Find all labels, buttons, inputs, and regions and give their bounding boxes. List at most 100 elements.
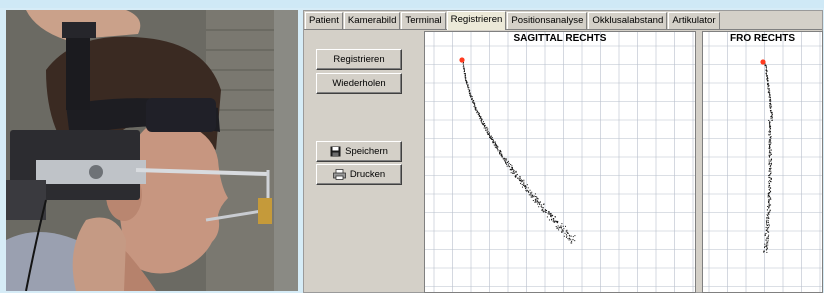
sagittal-trace-point	[568, 239, 570, 241]
frontal-trace-point	[765, 239, 767, 241]
frontal-trace-point	[768, 147, 770, 149]
sagittal-trace-point	[570, 239, 572, 241]
frontal-trace-point	[769, 131, 771, 133]
frontal-trace-point	[767, 205, 769, 207]
sagittal-trace-point	[530, 193, 532, 195]
sagittal-trace-point	[505, 158, 507, 160]
sagittal-trace-point	[532, 196, 534, 198]
sagittal-trace-point	[550, 214, 552, 216]
tab-artikulator[interactable]: Artikulator	[668, 12, 720, 29]
sagittal-trace-point	[550, 215, 552, 217]
sagittal-trace-point	[515, 171, 517, 173]
sagittal-trace-point	[470, 96, 472, 98]
frontal-trace-point	[769, 97, 771, 99]
frontal-trace-point	[768, 96, 770, 98]
sagittal-trace-point	[500, 151, 502, 153]
sagittal-trace-point	[505, 162, 507, 164]
frontal-trace-point	[768, 152, 770, 154]
sagittal-trace-point	[540, 205, 542, 207]
frontal-trace-point	[765, 232, 767, 234]
frontal-trace-point	[769, 156, 771, 158]
frontal-trace-point	[767, 196, 769, 198]
tab-registrieren[interactable]: Registrieren	[446, 11, 507, 30]
frontal-trace-point	[768, 140, 770, 142]
frontal-trace-point	[768, 88, 770, 90]
tab-terminal[interactable]: Terminal	[401, 12, 446, 29]
sagittal-trace-point	[526, 184, 528, 186]
sagittal-trace-point	[483, 127, 485, 129]
floppy-disk-icon	[330, 146, 341, 157]
sagittal-trace-point	[526, 189, 528, 191]
save-button-label: Speichern	[345, 146, 388, 157]
sagittal-trace-point	[475, 109, 477, 111]
sagittal-trace-point	[466, 82, 468, 84]
frontal-trace-point	[769, 165, 771, 167]
sagittal-trace-point	[482, 121, 484, 123]
sagittal-trace-point	[565, 236, 567, 238]
register-button[interactable]: Registrieren	[316, 49, 402, 70]
frontal-trace-point	[769, 154, 771, 156]
sagittal-trace-point	[499, 149, 501, 151]
sagittal-trace-point	[569, 235, 571, 237]
sagittal-trace-point	[494, 146, 496, 148]
frontal-trace-point	[767, 217, 769, 219]
sagittal-trace-point	[521, 181, 523, 183]
sagittal-trace-point	[467, 86, 469, 88]
sagittal-trace-point	[506, 163, 508, 165]
sagittal-trace-point	[497, 148, 499, 150]
frontal-trace-point	[765, 223, 767, 225]
sagittal-trace-point	[507, 160, 509, 162]
tab-kamerabild[interactable]: Kamerabild	[343, 12, 401, 29]
frontal-trace-point	[768, 231, 770, 233]
frontal-trace-point	[768, 201, 770, 203]
print-button[interactable]: Drucken	[316, 164, 402, 185]
sagittal-trace-point	[561, 223, 563, 225]
sagittal-trace-point	[467, 88, 469, 90]
sagittal-trace-point	[542, 209, 544, 211]
frontal-trace-point	[768, 185, 770, 187]
sagittal-trace-point	[545, 211, 547, 213]
sagittal-trace-point	[503, 159, 505, 161]
sagittal-trace-point	[519, 176, 521, 178]
sagittal-trace-point	[563, 228, 565, 230]
tab-patient[interactable]: Patient	[305, 12, 343, 29]
repeat-button[interactable]: Wiederholen	[316, 73, 402, 94]
sagittal-trace-point	[473, 106, 475, 108]
sagittal-trace-point	[493, 144, 495, 146]
sagittal-trace-point	[521, 186, 523, 188]
sagittal-trace-point	[528, 191, 530, 193]
sagittal-trace-point	[474, 107, 476, 109]
tab-okklusalabstand[interactable]: Okklusalabstand	[588, 12, 668, 29]
frontal-trace-point	[770, 133, 772, 135]
sagittal-trace-point	[465, 77, 467, 79]
save-button[interactable]: Speichern	[316, 141, 402, 162]
frontal-trace-point	[766, 245, 768, 247]
tab-positionsanalyse[interactable]: Positionsanalyse	[507, 12, 588, 29]
print-button-label: Drucken	[349, 169, 386, 180]
frontal-trace-point	[770, 107, 772, 109]
repeat-button-label: Wiederholen	[332, 78, 386, 89]
sagittal-trace-point	[521, 179, 523, 181]
frontal-trace-point	[768, 202, 770, 204]
frontal-trace-point	[765, 229, 767, 231]
sagittal-trace-point	[515, 176, 517, 178]
sagittal-trace-point	[532, 194, 534, 196]
frontal-trace-point	[770, 104, 772, 106]
frontal-trace-point	[766, 217, 768, 219]
sagittal-trace-point	[501, 153, 503, 155]
sagittal-trace-point	[527, 190, 529, 192]
frontal-trace-point	[770, 139, 772, 141]
sagittal-trace-point	[552, 220, 554, 222]
sagittal-trace-point	[468, 93, 470, 95]
frontal-trace-point	[769, 196, 771, 198]
sagittal-trace-point	[563, 235, 565, 237]
frontal-trace-point	[768, 159, 770, 161]
frontal-trace-point	[770, 153, 772, 155]
sagittal-trace-point	[538, 202, 540, 204]
sagittal-trace-point	[468, 87, 470, 89]
sagittal-trace-point	[561, 231, 563, 233]
frontal-trace-point	[768, 226, 770, 228]
frontal-trace-point	[766, 246, 768, 248]
sagittal-trace-point	[521, 184, 523, 186]
sagittal-trace-point	[558, 229, 560, 231]
